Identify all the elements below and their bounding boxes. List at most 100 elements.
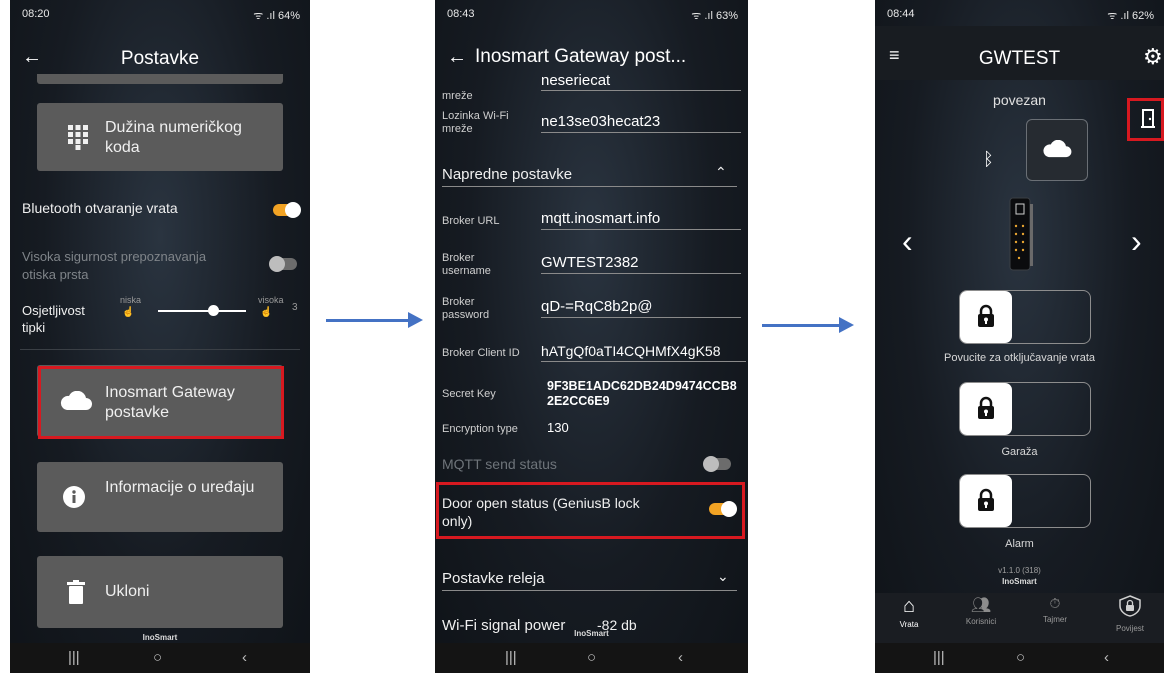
garage-slider[interactable] [959, 382, 1091, 436]
timer-icon: ⏱︎ [1049, 595, 1061, 611]
brand-logo: InoSmart [574, 629, 609, 638]
recent-apps-button[interactable]: ||| [933, 649, 945, 666]
tab-label: Tajmer [1042, 615, 1067, 624]
wifi-password-label: Lozinka Wi-Fi mreže [442, 110, 509, 135]
wifi-password-field[interactable]: ne13se03hecat23 [541, 113, 741, 133]
highlight-box [436, 482, 745, 539]
numeric-code-length-button[interactable]: Dužina numeričkog koda [37, 103, 283, 171]
status-time: 08:20 [22, 8, 50, 20]
app-version: v1.1.0 (318) [998, 566, 1041, 575]
page-title: Postavke [120, 48, 200, 69]
lock-caption: Povucite za otključavanje vrata [943, 352, 1096, 364]
sensitivity-low-label: niska [120, 295, 142, 305]
mqtt-send-status-label: MQTT send status [442, 456, 557, 472]
lock-caption: Alarm [1005, 538, 1034, 550]
next-device-arrow[interactable]: › [1131, 223, 1142, 260]
mqtt-send-status-toggle[interactable] [703, 456, 731, 472]
cloud-connection-button[interactable] [1026, 119, 1088, 181]
back-button[interactable]: ‹ [678, 649, 683, 666]
status-time: 08:44 [887, 8, 915, 20]
phone-device-control-screen: 08:44 ᯤ .ıl 62% ≡ GWTEST ⚙ povezan ᛒ ‹ › [875, 0, 1164, 673]
lock-device-image [1009, 197, 1033, 271]
recent-apps-button[interactable]: ||| [68, 649, 80, 666]
gear-icon[interactable]: ⚙ [1143, 44, 1163, 70]
tab-label: Vrata [899, 620, 919, 629]
home-button[interactable]: ○ [587, 649, 596, 666]
trash-icon [67, 580, 85, 604]
previous-device-arrow[interactable]: ‹ [902, 223, 913, 260]
phone-settings-screen: 08:20 ᯤ .ıl 64% ← Postavke Dužina numeri… [10, 0, 310, 673]
back-arrow-icon[interactable]: ← [447, 46, 467, 69]
back-button[interactable]: ‹ [242, 649, 247, 666]
keypad-icon [68, 125, 88, 150]
sensitivity-high-label: visoka [258, 295, 284, 305]
wifi-network-field[interactable]: neseriecat [541, 72, 741, 91]
back-button[interactable]: ‹ [1104, 649, 1109, 666]
lock-icon [978, 488, 994, 511]
section-underline [442, 186, 737, 187]
key-sensitivity-label: Osjetljivost tipki [22, 303, 85, 335]
broker-password-label: Broker password [442, 296, 490, 321]
flow-arrow-line [326, 319, 408, 322]
remove-label: Ukloni [105, 583, 150, 600]
broker-username-field[interactable]: GWTEST2382 [541, 254, 741, 274]
shield-lock-icon [1119, 595, 1141, 617]
sensitivity-level-value: 3 [292, 302, 298, 313]
flow-arrow-head [839, 317, 854, 333]
device-title: GWTEST [978, 48, 1061, 69]
tab-label: Povijest [1115, 624, 1144, 633]
hand-low-icon: ☝ [122, 307, 135, 318]
connection-status: povezan [993, 92, 1046, 108]
cloud-icon [1043, 140, 1072, 158]
tile-partial-top[interactable] [37, 74, 283, 84]
broker-username-label: Broker username [442, 252, 491, 277]
bottom-tab-bar: ⌂ Vrata 👥︎ Korisnici ⏱︎ Tajmer Povijest [875, 593, 1164, 643]
lock-icon [978, 304, 994, 327]
home-button[interactable]: ○ [1016, 649, 1025, 666]
status-time: 08:43 [447, 8, 475, 20]
advanced-settings-header[interactable]: Napredne postavke [442, 166, 572, 183]
brand-logo: InoSmart [142, 633, 178, 642]
chevron-down-icon[interactable]: ⌄ [717, 568, 729, 585]
page-title: Inosmart Gateway post... [475, 46, 687, 67]
status-bar: 08:20 ᯤ .ıl 64% [10, 0, 310, 26]
remove-button[interactable]: Ukloni [37, 556, 283, 628]
broker-client-id-label: Broker Client ID [442, 347, 520, 359]
unlock-door-slider[interactable] [959, 290, 1091, 344]
tab-tajmer[interactable]: ⏱︎ Tajmer [1025, 595, 1085, 624]
alarm-slider[interactable] [959, 474, 1091, 528]
tab-povijest[interactable]: Povijest [1100, 595, 1160, 633]
broker-password-field[interactable]: qD-=RqC8b2p@ [541, 298, 741, 318]
bluetooth-open-toggle[interactable] [273, 202, 301, 218]
system-nav-bar: ||| ○ ‹ [875, 643, 1164, 673]
broker-url-label: Broker URL [442, 215, 500, 227]
tab-korisnici[interactable]: 👥︎ Korisnici [951, 595, 1011, 626]
broker-url-field[interactable]: mqtt.inosmart.info [541, 210, 741, 230]
section-underline [442, 590, 737, 591]
secret-key-value: 9F3BE1ADC62DB24D9474CCB82E2CC6E9 [547, 379, 737, 408]
tab-label: Korisnici [965, 617, 997, 626]
brand-logo: InoSmart [1002, 577, 1037, 586]
divider [20, 349, 300, 350]
recent-apps-button[interactable]: ||| [505, 649, 517, 666]
wifi-network-label: mreže [442, 90, 473, 102]
highlight-box [38, 366, 284, 439]
device-info-button[interactable]: Informacije o uređaju [37, 462, 283, 532]
encryption-type-label: Encryption type [442, 423, 518, 435]
users-icon: 👥︎ [970, 597, 992, 614]
fingerprint-security-toggle[interactable] [269, 256, 297, 272]
chevron-up-icon[interactable]: ⌃ [715, 164, 727, 181]
home-button[interactable]: ○ [153, 649, 162, 666]
home-icon: ⌂ [902, 595, 916, 617]
relay-settings-header[interactable]: Postavke releja [442, 570, 545, 587]
lock-icon [978, 396, 994, 419]
numeric-code-length-label: Dužina numeričkog koda [105, 119, 242, 156]
sensitivity-slider-thumb[interactable] [208, 305, 219, 316]
system-nav-bar: ||| ○ ‹ [435, 643, 748, 673]
tab-vrata[interactable]: ⌂ Vrata [879, 595, 939, 629]
status-bar: 08:43 ᯤ .ıl 63% [435, 0, 748, 26]
flow-arrow-head [408, 312, 423, 328]
hand-high-icon: ☝ [260, 307, 273, 318]
system-nav-bar: ||| ○ ‹ [10, 643, 310, 673]
broker-client-id-field[interactable]: hATgQf0aTI4CQHMfX4gK58 [541, 343, 746, 362]
